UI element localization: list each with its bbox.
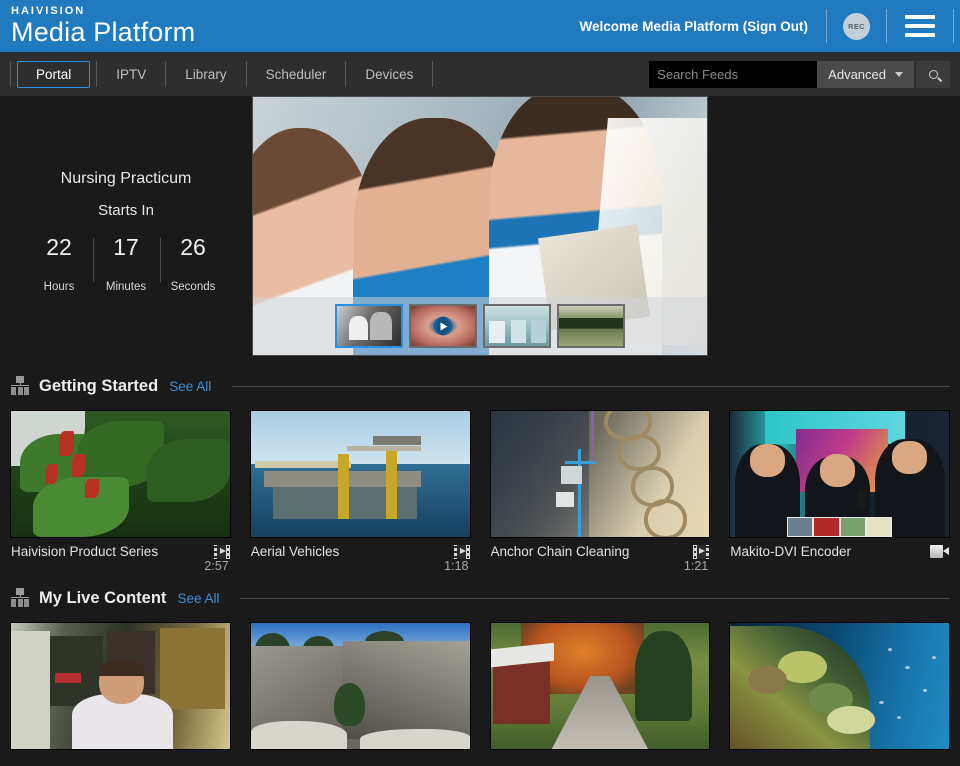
live-thumbnail[interactable] <box>729 622 950 750</box>
nav-divider <box>432 61 433 87</box>
carousel-thumb-2[interactable] <box>409 304 477 348</box>
main-nav: Portal IPTV Library Scheduler Devices Ad… <box>0 52 960 96</box>
film-icon <box>214 545 230 559</box>
video-card[interactable]: Haivision Product Series 2:57 <box>10 410 231 575</box>
welcome-signout-link[interactable]: Welcome Media Platform (Sign Out) <box>561 19 826 34</box>
live-card-meta <box>10 750 231 756</box>
live-duration <box>729 559 950 575</box>
video-card-meta: Haivision Product Series <box>10 538 231 559</box>
menu-button[interactable] <box>887 15 953 37</box>
record-button-wrap: REC <box>827 13 886 40</box>
video-card[interactable]: Aerial Vehicles 1:18 <box>250 410 471 575</box>
countdown-widget: Nursing Practicum Starts In 22 Hours 17 … <box>0 96 252 293</box>
film-icon <box>693 545 709 559</box>
countdown-units: 22 Hours 17 Minutes 26 Seconds <box>0 236 252 293</box>
live-thumbnail[interactable] <box>729 410 950 538</box>
live-card-meta <box>490 750 711 756</box>
tab-devices[interactable]: Devices <box>346 61 432 88</box>
video-title: Aerial Vehicles <box>251 544 340 559</box>
countdown-unit-seconds: 26 Seconds <box>160 236 227 293</box>
carousel-thumb-3[interactable] <box>483 304 551 348</box>
tab-iptv[interactable]: IPTV <box>97 61 165 88</box>
film-icon <box>454 545 470 559</box>
nav-divider <box>10 61 11 87</box>
countdown-hours-value: 22 <box>26 236 93 259</box>
hero-section: Nursing Practicum Starts In 22 Hours 17 … <box>0 96 960 363</box>
getting-started-grid: Haivision Product Series 2:57 <box>0 401 960 575</box>
hamburger-icon <box>905 15 935 37</box>
countdown-seconds-label: Seconds <box>160 281 227 293</box>
live-card-meta <box>250 750 471 756</box>
live-card[interactable] <box>250 622 471 756</box>
search-area: Advanced <box>649 61 950 88</box>
tab-library[interactable]: Library <box>166 61 245 88</box>
video-thumbnail[interactable] <box>250 410 471 538</box>
nav-tab-list: Portal IPTV Library Scheduler Devices <box>10 52 433 96</box>
video-title: Haivision Product Series <box>11 544 158 559</box>
live-title: Makito-DVI Encoder <box>730 544 851 559</box>
section-title: Getting Started <box>39 377 158 396</box>
video-thumbnail[interactable] <box>490 410 711 538</box>
countdown-unit-hours: 22 Hours <box>26 236 93 293</box>
search-input[interactable] <box>649 61 817 88</box>
video-duration: 1:21 <box>490 559 711 575</box>
hierarchy-icon <box>10 376 30 396</box>
section-title: My Live Content <box>39 589 166 608</box>
section-rule <box>232 386 950 387</box>
video-card-meta: Aerial Vehicles <box>250 538 471 559</box>
brand-name-large: Media Platform <box>11 18 195 46</box>
section-header-my-live-content: My Live Content See All <box>0 583 960 613</box>
my-live-content-grid <box>0 613 960 756</box>
countdown-subtitle: Starts In <box>0 202 252 219</box>
header-divider-3 <box>953 9 954 43</box>
search-icon <box>929 70 938 79</box>
video-card-meta: Anchor Chain Cleaning <box>490 538 711 559</box>
hero-player[interactable] <box>252 96 708 356</box>
live-card[interactable] <box>729 622 950 756</box>
carousel-thumb-4[interactable] <box>557 304 625 348</box>
brand-logo[interactable]: HAIVISION Media Platform <box>0 6 195 46</box>
see-all-link-my-live-content[interactable]: See All <box>177 591 219 606</box>
video-thumbnail[interactable] <box>10 410 231 538</box>
countdown-seconds-value: 26 <box>160 236 227 259</box>
tab-scheduler[interactable]: Scheduler <box>247 61 346 88</box>
see-all-link-getting-started[interactable]: See All <box>169 379 211 394</box>
countdown-hours-label: Hours <box>26 281 93 293</box>
live-thumbnail[interactable] <box>10 622 231 750</box>
countdown-title: Nursing Practicum <box>0 170 252 188</box>
countdown-minutes-label: Minutes <box>93 281 160 293</box>
carousel-thumb-1[interactable] <box>335 304 403 348</box>
carousel-play-icon <box>434 317 453 336</box>
live-card-meta <box>729 750 950 756</box>
live-thumbnail[interactable] <box>490 622 711 750</box>
page-content: Nursing Practicum Starts In 22 Hours 17 … <box>0 96 960 756</box>
video-title: Anchor Chain Cleaning <box>491 544 630 559</box>
video-duration: 1:18 <box>250 559 471 575</box>
app-header: HAIVISION Media Platform Welcome Media P… <box>0 0 960 52</box>
live-card[interactable] <box>10 622 231 756</box>
live-thumbnail[interactable] <box>250 622 471 750</box>
live-card-meta: Makito-DVI Encoder <box>729 538 950 559</box>
hierarchy-icon <box>10 588 30 608</box>
camera-icon <box>930 545 949 558</box>
advanced-label: Advanced <box>828 67 886 82</box>
search-button[interactable] <box>916 61 950 88</box>
tab-portal[interactable]: Portal <box>17 61 90 88</box>
section-rule <box>240 598 950 599</box>
section-header-getting-started: Getting Started See All <box>0 371 960 401</box>
live-card[interactable]: Makito-DVI Encoder <box>729 410 950 575</box>
countdown-minutes-value: 17 <box>93 236 160 259</box>
advanced-search-dropdown[interactable]: Advanced <box>817 61 914 88</box>
chevron-down-icon <box>895 72 903 77</box>
live-card[interactable] <box>490 622 711 756</box>
record-button[interactable]: REC <box>843 13 870 40</box>
video-duration: 2:57 <box>10 559 231 575</box>
header-actions: Welcome Media Platform (Sign Out) REC <box>561 0 960 52</box>
video-card[interactable]: Anchor Chain Cleaning 1:21 <box>490 410 711 575</box>
hero-thumbnail-carousel <box>253 297 707 355</box>
countdown-unit-minutes: 17 Minutes <box>93 236 160 293</box>
brand-name-small: HAIVISION <box>11 6 195 17</box>
